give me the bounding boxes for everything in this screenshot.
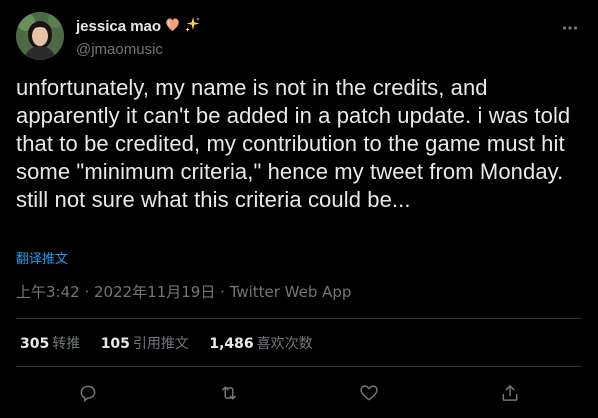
likes-stat[interactable]: 1,486 喜欢次数 (209, 333, 312, 353)
peach-heart-icon (164, 16, 181, 38)
tweet-detail: jessica mao @jmaomusic unfortunately, my… (0, 0, 598, 418)
quotes-count: 105 (100, 336, 130, 352)
quotes-stat[interactable]: 105 引用推文 (101, 333, 189, 353)
tweet-header: jessica mao @jmaomusic (16, 12, 582, 60)
reply-icon[interactable] (75, 380, 101, 406)
tweet-actions (0, 380, 598, 406)
quotes-label: 引用推文 (132, 336, 189, 352)
like-icon[interactable] (356, 380, 382, 406)
author-display-name-text[interactable]: jessica mao (76, 18, 161, 35)
retweets-count: 305 (20, 336, 50, 352)
retweets-stat[interactable]: 305 转推 (20, 333, 80, 353)
retweets-label: 转推 (52, 336, 81, 352)
retweet-icon[interactable] (216, 380, 242, 406)
author-names: jessica mao @jmaomusic (76, 16, 201, 60)
tweet-timestamp[interactable]: 上午3:42 · 2022年11月19日 · Twitter Web App (16, 281, 351, 302)
divider (16, 318, 582, 319)
likes-label: 喜欢次数 (256, 336, 313, 352)
author-display-name[interactable]: jessica mao (76, 16, 201, 38)
share-icon[interactable] (497, 380, 523, 406)
avatar[interactable] (16, 12, 64, 60)
more-options-icon[interactable] (560, 18, 580, 38)
tweet-stats: 305 转推 105 引用推文 1,486 喜欢次数 (20, 333, 329, 353)
author-handle[interactable]: @jmaomusic (76, 40, 201, 60)
likes-count: 1,486 (209, 336, 254, 352)
translate-tweet-link[interactable]: 翻译推文 (16, 248, 68, 267)
tweet-text: unfortunately, my name is not in the cre… (16, 75, 571, 212)
divider (16, 366, 582, 367)
sparkles-icon (184, 16, 201, 38)
